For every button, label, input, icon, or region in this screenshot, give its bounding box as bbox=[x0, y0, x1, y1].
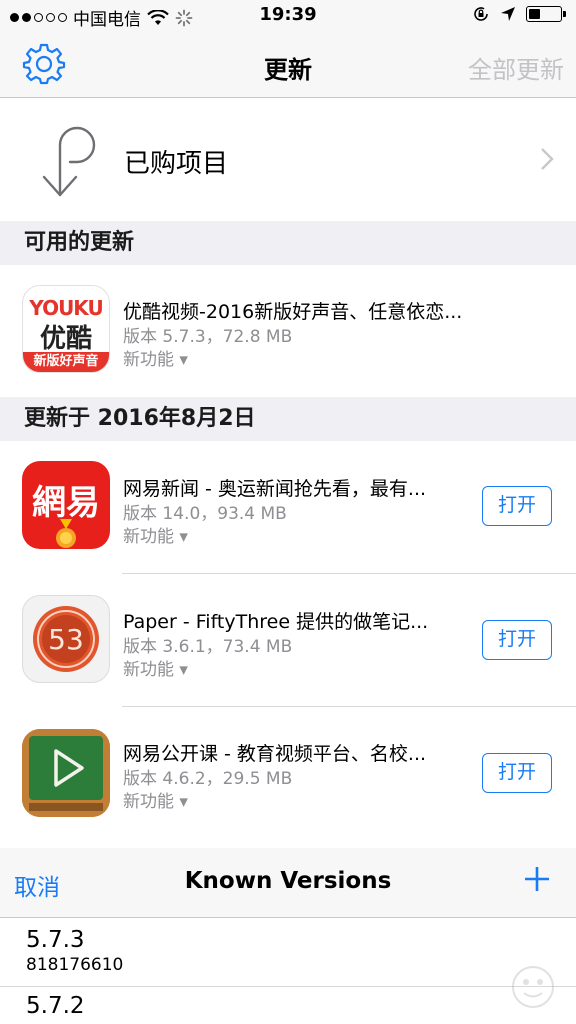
rotation-lock-icon bbox=[474, 7, 488, 21]
app-name: 优酷视频-2016新版好声音、任意依恋... bbox=[123, 301, 463, 323]
version-row[interactable]: 5.7.2 bbox=[0, 987, 576, 1024]
sheet-title: Known Versions bbox=[184, 868, 392, 894]
app-name: 网易新闻 - 奥运新闻抢先看，最有... bbox=[123, 478, 427, 500]
chalkboard-play-icon bbox=[22, 729, 110, 817]
youku-app-icon[interactable]: YOUKU 优酷 新版好声音 bbox=[22, 285, 110, 373]
app-row-youku[interactable]: YOUKU 优酷 新版好声音 优酷视频-2016新版好声音、任意依恋... 版本… bbox=[0, 265, 576, 397]
add-icon[interactable] bbox=[522, 864, 552, 894]
version-row[interactable]: 5.7.3 818176610 bbox=[0, 919, 576, 987]
app-row-netease-news[interactable]: 網易 网易新闻 - 奥运新闻抢先看，最有... 版本 14.0，93.4 MB … bbox=[0, 441, 576, 574]
status-bar: 中国电信 19:39 bbox=[0, 0, 576, 32]
new-features-toggle[interactable]: 新功能 ▾ bbox=[123, 787, 188, 812]
chevron-right-icon bbox=[541, 148, 554, 170]
app-name: Paper - FiftyThree 提供的做笔记... bbox=[123, 611, 429, 633]
version-number: 5.7.3 bbox=[26, 927, 85, 953]
purchased-row[interactable]: 已购项目 bbox=[0, 99, 576, 221]
status-right bbox=[472, 5, 566, 23]
purchased-icon bbox=[42, 126, 96, 197]
section-header-updated: 更新于 2016年8月2日 bbox=[0, 397, 576, 441]
paper-53-logo: 53 bbox=[33, 606, 99, 672]
netease-logo-text: 網易 bbox=[32, 483, 100, 523]
known-versions-bar: 取消 Known Versions bbox=[0, 848, 576, 918]
youku-logo-text: YOUKU bbox=[29, 296, 103, 320]
app-version-size: 版本 4.6.2，29.5 MB bbox=[123, 769, 293, 789]
section-header-available: 可用的更新 bbox=[0, 221, 576, 265]
app-version-size: 版本 14.0，93.4 MB bbox=[123, 504, 287, 524]
navigation-bar: 更新 全部更新 bbox=[0, 32, 576, 98]
app-version-size: 版本 5.7.3，72.8 MB bbox=[123, 327, 293, 347]
paper-app-icon[interactable]: 53 bbox=[22, 595, 110, 683]
version-number: 5.7.2 bbox=[26, 993, 85, 1019]
youku-logo-cn: 优酷 bbox=[39, 324, 92, 354]
version-id: 818176610 bbox=[26, 955, 124, 975]
purchased-label: 已购项目 bbox=[124, 149, 229, 179]
new-features-toggle[interactable]: 新功能 ▾ bbox=[123, 345, 188, 370]
app-version-size: 版本 3.6.1，73.4 MB bbox=[123, 637, 293, 657]
location-arrow-icon bbox=[501, 7, 515, 21]
paper-logo-number: 53 bbox=[48, 623, 84, 656]
app-row-netease-open-course[interactable]: 网易公开课 - 教育视频平台、名校... 版本 4.6.2，29.5 MB 新功… bbox=[0, 707, 576, 848]
open-button[interactable]: 打开 bbox=[482, 620, 552, 660]
youku-icon-banner: 新版好声音 bbox=[23, 352, 109, 372]
new-features-toggle[interactable]: 新功能 ▾ bbox=[123, 522, 188, 547]
watermark-logo-icon bbox=[512, 966, 554, 1008]
medal-icon bbox=[56, 519, 76, 548]
app-row-paper[interactable]: 53 Paper - FiftyThree 提供的做笔记... 版本 3.6.1… bbox=[0, 574, 576, 707]
netease-open-course-app-icon[interactable] bbox=[22, 729, 110, 817]
battery-icon bbox=[526, 6, 566, 22]
open-button[interactable]: 打开 bbox=[482, 486, 552, 526]
app-name: 网易公开课 - 教育视频平台、名校... bbox=[123, 743, 427, 765]
new-features-toggle[interactable]: 新功能 ▾ bbox=[123, 655, 188, 680]
update-all-button[interactable]: 全部更新 bbox=[468, 50, 564, 85]
netease-news-app-icon[interactable]: 網易 bbox=[22, 461, 110, 549]
open-button[interactable]: 打开 bbox=[482, 753, 552, 793]
